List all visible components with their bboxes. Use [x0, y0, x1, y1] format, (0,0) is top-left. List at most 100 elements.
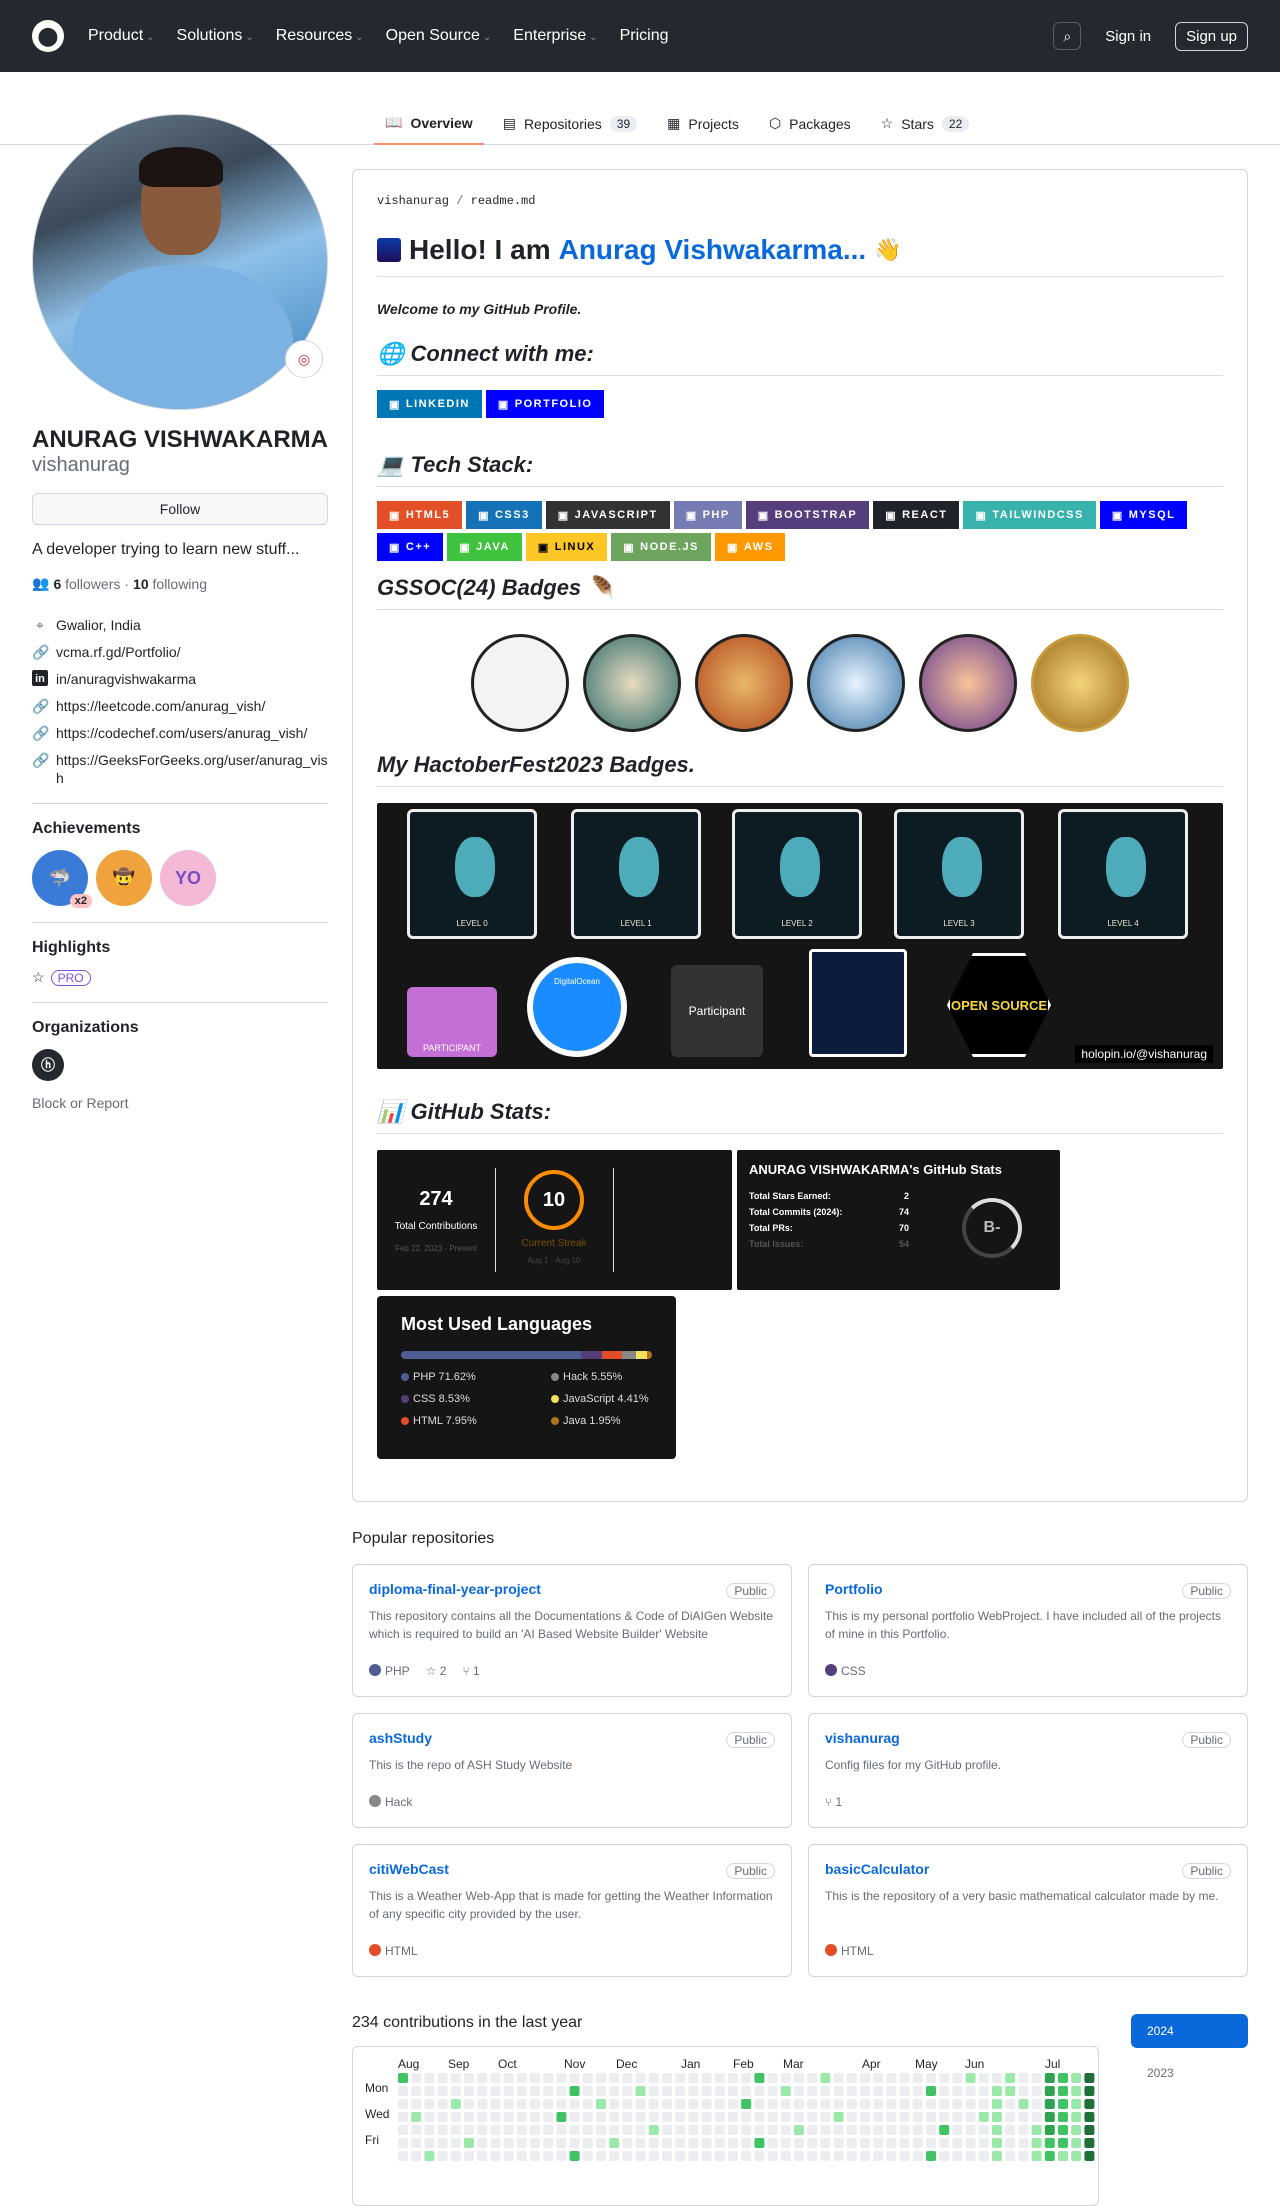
contribution-day[interactable] — [767, 2099, 778, 2109]
contribution-day[interactable] — [530, 2086, 540, 2096]
contribution-day[interactable] — [926, 2112, 936, 2122]
contribution-day[interactable] — [464, 2112, 474, 2122]
contribution-day[interactable] — [912, 2151, 923, 2161]
contribution-day[interactable] — [886, 2112, 897, 2122]
contribution-day[interactable] — [662, 2151, 672, 2161]
magnifier-badge-icon[interactable] — [695, 634, 793, 732]
contribution-day[interactable] — [1044, 2125, 1055, 2135]
contribution-day[interactable] — [490, 2099, 501, 2109]
contribution-day[interactable] — [754, 2138, 765, 2148]
nav-item[interactable]: Enterprise ⌄ — [513, 27, 597, 45]
badge-css3[interactable]: ▣ CSS3 — [466, 501, 542, 529]
repo-name-link[interactable]: citiWebCast — [369, 1861, 449, 1877]
contribution-day[interactable] — [992, 2125, 1002, 2135]
contribution-day[interactable] — [992, 2086, 1002, 2096]
contribution-day[interactable] — [1071, 2086, 1082, 2096]
contribution-day[interactable] — [662, 2099, 672, 2109]
contribution-day[interactable] — [939, 2112, 950, 2122]
contribution-day[interactable] — [1031, 2151, 1042, 2161]
contribution-day[interactable] — [1071, 2125, 1082, 2135]
contribution-day[interactable] — [873, 2138, 884, 2148]
contribution-day[interactable] — [648, 2112, 659, 2122]
contribution-day[interactable] — [530, 2112, 540, 2122]
contribution-day[interactable] — [926, 2125, 936, 2135]
contribution-day[interactable] — [807, 2138, 818, 2148]
contribution-day[interactable] — [609, 2112, 620, 2122]
contribution-day[interactable] — [530, 2138, 540, 2148]
contribution-day[interactable] — [437, 2151, 448, 2161]
badge-c[interactable]: ▣ C++ — [377, 533, 444, 561]
contribution-day[interactable] — [516, 2151, 527, 2161]
contribution-day[interactable] — [899, 2099, 910, 2109]
contribution-day[interactable] — [741, 2138, 752, 2148]
contribution-day[interactable] — [820, 2086, 831, 2096]
contribution-day[interactable] — [1084, 2099, 1095, 2109]
contribution-day[interactable] — [794, 2125, 804, 2135]
contribution-day[interactable] — [912, 2086, 923, 2096]
contribution-day[interactable] — [609, 2099, 620, 2109]
status-target-icon[interactable]: ◎ — [285, 340, 323, 378]
contribution-day[interactable] — [1005, 2125, 1016, 2135]
contribution-day[interactable] — [1071, 2099, 1082, 2109]
contribution-day[interactable] — [609, 2138, 620, 2148]
tab-packages[interactable]: ⬡ Packages — [758, 102, 862, 145]
contribution-day[interactable] — [846, 2073, 857, 2083]
contribution-day[interactable] — [569, 2138, 580, 2148]
contribution-day[interactable] — [556, 2138, 567, 2148]
contribution-day[interactable] — [477, 2151, 488, 2161]
badge-linkedin[interactable]: ▣ LINKEDIN — [377, 390, 482, 418]
followers-link[interactable]: 6 followers — [53, 576, 120, 592]
pull-shark-badge-icon[interactable]: 🦈 x2 — [32, 850, 92, 908]
contribution-day[interactable] — [846, 2112, 857, 2122]
contribution-day[interactable] — [398, 2151, 408, 2161]
contribution-day[interactable] — [1044, 2099, 1055, 2109]
contribution-day[interactable] — [1058, 2138, 1068, 2148]
contribution-day[interactable] — [648, 2099, 659, 2109]
wave-badge-icon[interactable] — [807, 634, 905, 732]
contribution-day[interactable] — [464, 2151, 474, 2161]
contribution-day[interactable] — [675, 2073, 686, 2083]
contribution-day[interactable] — [477, 2112, 488, 2122]
contribution-day[interactable] — [398, 2073, 408, 2083]
contribution-day[interactable] — [807, 2125, 818, 2135]
contribution-day[interactable] — [490, 2112, 501, 2122]
contribution-day[interactable] — [530, 2099, 540, 2109]
badge-java[interactable]: ▣ JAVA — [447, 533, 522, 561]
contribution-day[interactable] — [965, 2099, 976, 2109]
contribution-day[interactable] — [622, 2151, 633, 2161]
contribution-day[interactable] — [1058, 2086, 1068, 2096]
contribution-day[interactable] — [477, 2125, 488, 2135]
contribution-day[interactable] — [648, 2125, 659, 2135]
contribution-day[interactable] — [398, 2099, 408, 2109]
contribution-day[interactable] — [609, 2151, 620, 2161]
contribution-day[interactable] — [1031, 2112, 1042, 2122]
contribution-day[interactable] — [569, 2086, 580, 2096]
contribution-day[interactable] — [543, 2151, 554, 2161]
contribution-day[interactable] — [1031, 2086, 1042, 2096]
contribution-day[interactable] — [530, 2151, 540, 2161]
contribution-day[interactable] — [886, 2138, 897, 2148]
contribution-day[interactable] — [833, 2138, 844, 2148]
contribution-day[interactable] — [939, 2086, 950, 2096]
contribution-day[interactable] — [754, 2099, 765, 2109]
contribution-day[interactable] — [503, 2151, 514, 2161]
contribution-day[interactable] — [398, 2125, 408, 2135]
contribution-day[interactable] — [503, 2073, 514, 2083]
contribution-day[interactable] — [503, 2138, 514, 2148]
contribution-day[interactable] — [437, 2125, 448, 2135]
contribution-day[interactable] — [1058, 2099, 1068, 2109]
badge-html5[interactable]: ▣ HTML5 — [377, 501, 463, 529]
contribution-day[interactable] — [1005, 2099, 1016, 2109]
contribution-day[interactable] — [516, 2086, 527, 2096]
contribution-day[interactable] — [860, 2151, 870, 2161]
contribution-day[interactable] — [424, 2112, 435, 2122]
contribution-day[interactable] — [952, 2099, 963, 2109]
contribution-day[interactable] — [767, 2151, 778, 2161]
contribution-day[interactable] — [767, 2138, 778, 2148]
contribution-day[interactable] — [846, 2086, 857, 2096]
contribution-day[interactable] — [635, 2125, 646, 2135]
contribution-day[interactable] — [965, 2112, 976, 2122]
contribution-day[interactable] — [794, 2151, 804, 2161]
contribution-day[interactable] — [1084, 2138, 1095, 2148]
contribution-day[interactable] — [1058, 2073, 1068, 2083]
